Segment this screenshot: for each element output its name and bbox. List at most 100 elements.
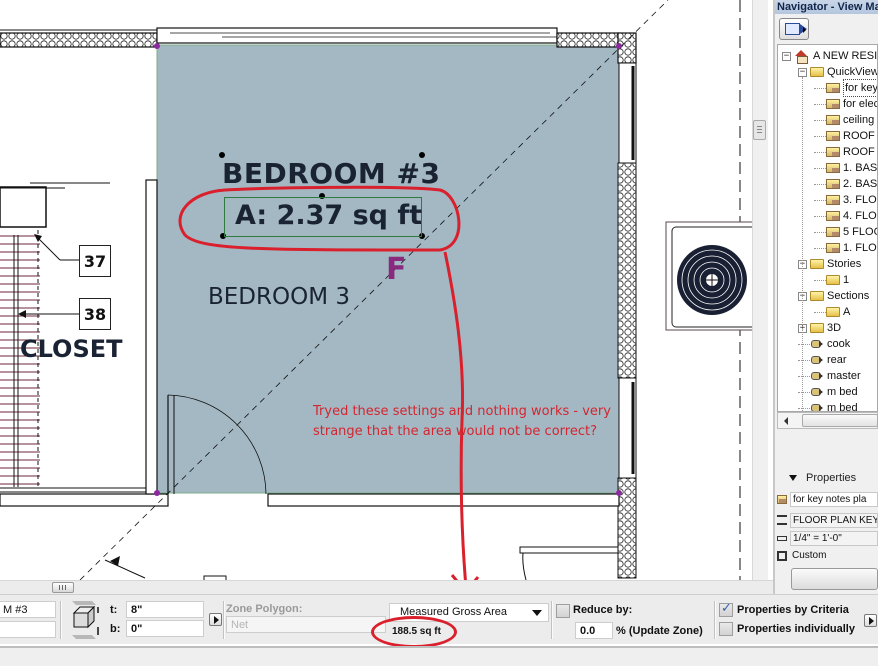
caret-right-icon <box>803 27 806 33</box>
bottom-height-input[interactable] <box>126 620 204 637</box>
top-label: t: <box>110 604 118 616</box>
folder-icon <box>810 67 824 77</box>
tree-item[interactable]: 4. FLOOR <box>814 208 877 224</box>
tree-item[interactable]: +3D <box>798 320 841 336</box>
view-icon <box>826 179 840 189</box>
keynote-tag[interactable]: 37 <box>79 245 111 277</box>
collapse-triangle-icon[interactable] <box>789 475 797 481</box>
vertical-scroll-grip[interactable] <box>753 120 766 140</box>
keynote-tag[interactable]: 38 <box>79 298 111 330</box>
view-icon <box>826 83 840 93</box>
scroll-left-icon[interactable] <box>784 417 788 425</box>
zone-polygon-select[interactable] <box>226 616 386 633</box>
tree-item[interactable]: − QuickViews <box>798 64 877 80</box>
tree-item[interactable]: 1 <box>814 272 849 288</box>
tree-item[interactable]: 5 FLOOR <box>814 224 877 240</box>
properties-individually-checkbox[interactable] <box>719 622 733 636</box>
horizontal-scroll-thumb[interactable] <box>52 582 74 593</box>
tree-connector <box>814 167 826 169</box>
status-bar <box>0 646 878 666</box>
tree-item-label: for key notes pla <box>843 79 877 97</box>
tree-connector <box>814 231 826 233</box>
tree-item[interactable]: − A NEW RESIDENCE <box>782 48 877 64</box>
view-icon <box>777 494 787 504</box>
tree-item[interactable]: − Sections <box>798 288 869 304</box>
tree-item-label: 5 FLOOR <box>843 226 877 238</box>
tree-item[interactable]: master <box>798 368 861 384</box>
reduce-unit-label: % (Update Zone) <box>616 625 703 637</box>
tree-item-label: 3. FLOOR <box>843 194 877 206</box>
tree-item[interactable]: rear <box>798 352 847 368</box>
height-options-button[interactable] <box>209 613 222 626</box>
tree-item-label: A <box>843 306 851 318</box>
tree-connector <box>814 151 826 153</box>
tree-item[interactable]: 1. FLOOR <box>814 240 877 256</box>
collapse-icon[interactable]: − <box>782 51 791 61</box>
model-view-field[interactable]: Custom <box>790 549 878 564</box>
tree-item-label: rear <box>827 354 847 366</box>
scroll-thumb[interactable] <box>802 414 878 427</box>
tree-item[interactable]: for key notes pla <box>814 79 877 97</box>
tree-item[interactable]: cook <box>798 336 850 352</box>
tree-item-label: ROOF <box>843 146 875 158</box>
marker-label[interactable]: F <box>386 252 407 287</box>
tree-connector <box>814 279 826 281</box>
top-height-input[interactable] <box>126 601 204 618</box>
view-icon <box>826 99 840 109</box>
tree-item[interactable]: 3. FLOOR <box>814 192 877 208</box>
tree-connector <box>814 199 826 201</box>
view-name-field[interactable]: for key notes pla <box>790 491 878 507</box>
settings-button[interactable] <box>791 568 878 590</box>
camera-icon <box>810 387 824 397</box>
tree-item[interactable]: − Stories <box>798 256 861 272</box>
tree-item-label: for elec <box>843 98 878 110</box>
closet-label[interactable]: CLOSET <box>20 335 123 363</box>
tree-item[interactable]: A <box>814 304 850 320</box>
tree-item[interactable]: ceiling <box>814 112 874 128</box>
zone-name-input[interactable] <box>0 601 56 618</box>
navigator-tree[interactable]: −A NEW RESIDENCE−QuickViewsfor key notes… <box>777 44 878 412</box>
properties-header[interactable]: Properties <box>775 470 878 486</box>
tree-item[interactable]: m bed <box>798 384 858 400</box>
tree-item[interactable]: m bed <box>798 400 858 411</box>
navigator-horizontal-scrollbar[interactable] <box>777 412 878 429</box>
view-icon <box>826 211 840 221</box>
tree-item-label: 1. FLOOR <box>843 242 877 254</box>
tree-item[interactable]: for elec <box>814 96 878 112</box>
floor-plan-canvas[interactable]: BEDROOM #3 A: 2.37 sq ft BEDROOM 3 CLOSE… <box>0 0 768 580</box>
view-icon <box>826 115 840 125</box>
folder-icon <box>810 323 824 333</box>
view-icon <box>826 195 840 205</box>
layer-combination-field[interactable]: FLOOR PLAN KEY <box>790 512 878 528</box>
canvas-horizontal-scrollbar[interactable] <box>0 580 773 594</box>
tree-item[interactable]: ROOF <box>814 128 875 144</box>
canvas-vertical-scrollbar[interactable] <box>752 0 768 580</box>
zone-area-label[interactable]: A: 2.37 sq ft <box>224 197 422 237</box>
tree-item[interactable]: 1. BASEMENT <box>814 160 878 176</box>
tree-item-label: 3D <box>827 322 842 334</box>
tree-connector <box>814 183 826 185</box>
divider <box>60 601 62 639</box>
properties-by-criteria-label: Properties by Criteria <box>737 604 849 616</box>
properties-individually-label: Properties individually <box>737 623 855 635</box>
zone-number-input[interactable] <box>0 621 56 638</box>
navigator-mode-button[interactable] <box>779 18 809 40</box>
tree-connector <box>798 375 810 377</box>
zone-height-icon <box>72 601 99 639</box>
reduce-by-checkbox[interactable] <box>556 604 570 618</box>
ruler-icon <box>777 535 787 541</box>
archicad-window: BEDROOM #3 A: 2.37 sq ft BEDROOM 3 CLOSE… <box>0 0 878 666</box>
properties-by-criteria-checkbox[interactable] <box>719 601 733 617</box>
tree-item-label: 1. BASEMENT <box>843 162 878 174</box>
zone-room-name[interactable]: BEDROOM #3 <box>222 157 440 190</box>
reduce-by-input[interactable] <box>575 622 613 639</box>
tree-item-label: 2. BASEMENT <box>843 178 878 190</box>
tree-item[interactable]: 2. BASEMENT <box>814 176 878 192</box>
tree-item[interactable]: ROOF <box>814 144 875 160</box>
scale-field[interactable]: 1/4" = 1'-0" <box>790 530 878 546</box>
tree-connector <box>814 103 826 105</box>
properties-options-button[interactable] <box>864 614 877 627</box>
room-stamp-label[interactable]: BEDROOM 3 <box>208 284 350 310</box>
view-icon <box>826 227 840 237</box>
collapse-icon[interactable]: − <box>798 67 807 77</box>
